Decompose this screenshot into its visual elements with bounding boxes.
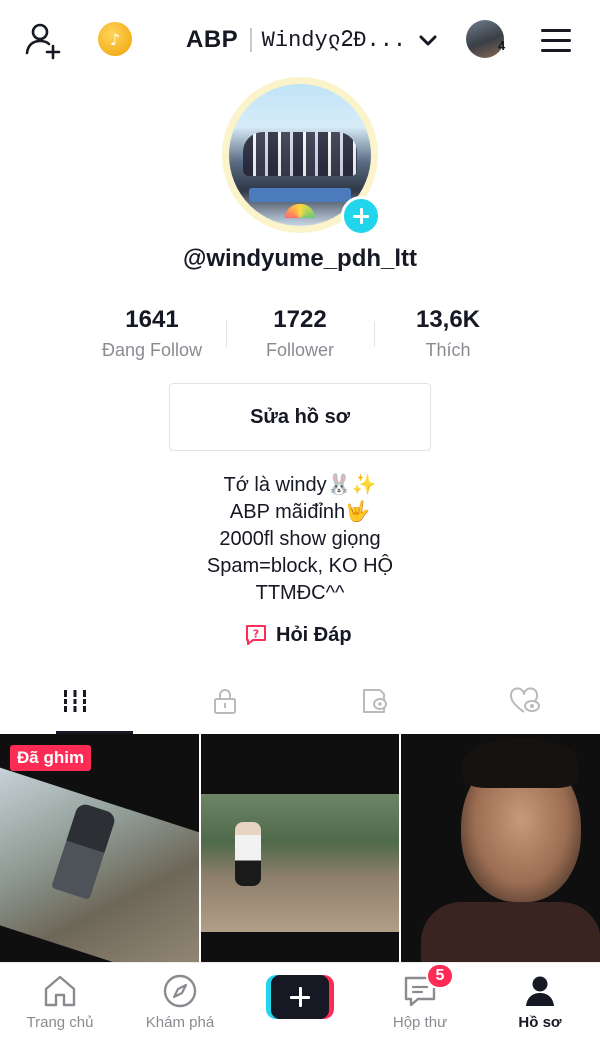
profile-username: @windyume_pdh_ltt [182, 245, 418, 272]
tab-private[interactable] [150, 672, 300, 734]
qa-link[interactable]: ? Hỏi Đáp [244, 621, 352, 649]
nav-inbox[interactable]: Hộp thư [360, 963, 480, 1039]
compass-icon [160, 971, 200, 1011]
account-secondary-name: WindyლᒿĐ... [261, 28, 407, 53]
bio-line: ABP mãiđỉnh🤟 [229, 501, 371, 523]
stat-following-label: Đang Follow [101, 340, 203, 360]
stat-following-count: 1641 [125, 306, 179, 333]
bookmark-icon [360, 687, 390, 720]
stat-following[interactable]: 1641 Đang Follow [78, 305, 226, 365]
liked-heart-icon [508, 687, 542, 720]
tab-videos[interactable] [0, 672, 150, 734]
bottom-navigation: Trang chủ Khám phá Hộp thư Hồ sơ [0, 962, 600, 1039]
video-thumbnail[interactable] [401, 734, 600, 962]
top-bar: ♪ ABP WindyლᒿĐ... 4 [0, 0, 600, 80]
profile-bio: Tớ là windy🐰✨ ABP mãiđỉnh🤟 2000fl show g… [0, 472, 600, 607]
bio-line: Spam=block, KO HỘ [206, 555, 394, 577]
nav-discover[interactable]: Khám phá [120, 963, 240, 1039]
video-thumbnail[interactable]: Đã ghim [0, 734, 199, 962]
bio-line: Tớ là windy🐰✨ [223, 474, 377, 496]
grid-videos-icon [61, 687, 89, 720]
qa-label: Hỏi Đáp [276, 623, 352, 646]
video-grid: Đã ghim [0, 734, 600, 962]
nav-profile[interactable]: Hồ sơ [480, 963, 600, 1039]
tab-liked[interactable] [450, 672, 600, 734]
bio-line: TTMĐC^^ [255, 582, 345, 604]
stat-likes-label: Thích [425, 340, 471, 360]
account-divider [250, 28, 252, 52]
question-box-icon: ? [244, 623, 268, 647]
pinned-badge: Đã ghim [10, 745, 92, 771]
svg-text:?: ? [253, 628, 259, 641]
add-user-icon[interactable] [22, 18, 66, 62]
hamburger-menu-icon[interactable] [536, 20, 576, 60]
create-plus-button[interactable] [266, 975, 334, 1019]
add-avatar-plus-icon[interactable] [341, 196, 381, 236]
tab-saved[interactable] [300, 672, 450, 734]
stat-likes[interactable]: 13,6K Thích [374, 305, 522, 365]
lock-icon [211, 687, 239, 720]
edit-profile-button[interactable]: Sửa hồ sơ [169, 383, 431, 451]
plus-icon [271, 975, 329, 1019]
nav-home-label: Trang chủ [26, 1014, 94, 1031]
stat-followers-count: 1722 [273, 306, 327, 333]
inbox-badge: 5 [426, 963, 454, 989]
stat-followers[interactable]: 1722 Follower [226, 305, 374, 365]
account-switcher[interactable]: ABP WindyლᒿĐ... [186, 22, 438, 58]
nav-profile-label: Hồ sơ [518, 1014, 562, 1031]
nav-discover-label: Khám phá [145, 1014, 215, 1031]
account-main-name: ABP [186, 26, 239, 53]
account-count: 4 [498, 38, 506, 53]
nav-home[interactable]: Trang chủ [0, 963, 120, 1039]
bio-line: 2000fl show giọng [219, 528, 381, 550]
home-icon [40, 971, 80, 1011]
nav-create[interactable] [240, 963, 360, 1039]
stat-followers-label: Follower [265, 340, 335, 360]
video-thumbnail[interactable] [200, 734, 400, 962]
profile-stats: 1641 Đang Follow 1722 Follower 13,6K Thí… [78, 305, 522, 365]
nav-inbox-label: Hộp thư [392, 1014, 448, 1031]
chevron-down-icon[interactable] [418, 30, 438, 50]
profile-person-icon [520, 971, 560, 1011]
tiktok-coin-icon[interactable]: ♪ [98, 22, 132, 56]
profile-tabs [0, 672, 600, 734]
stat-likes-count: 13,6K [415, 306, 481, 333]
